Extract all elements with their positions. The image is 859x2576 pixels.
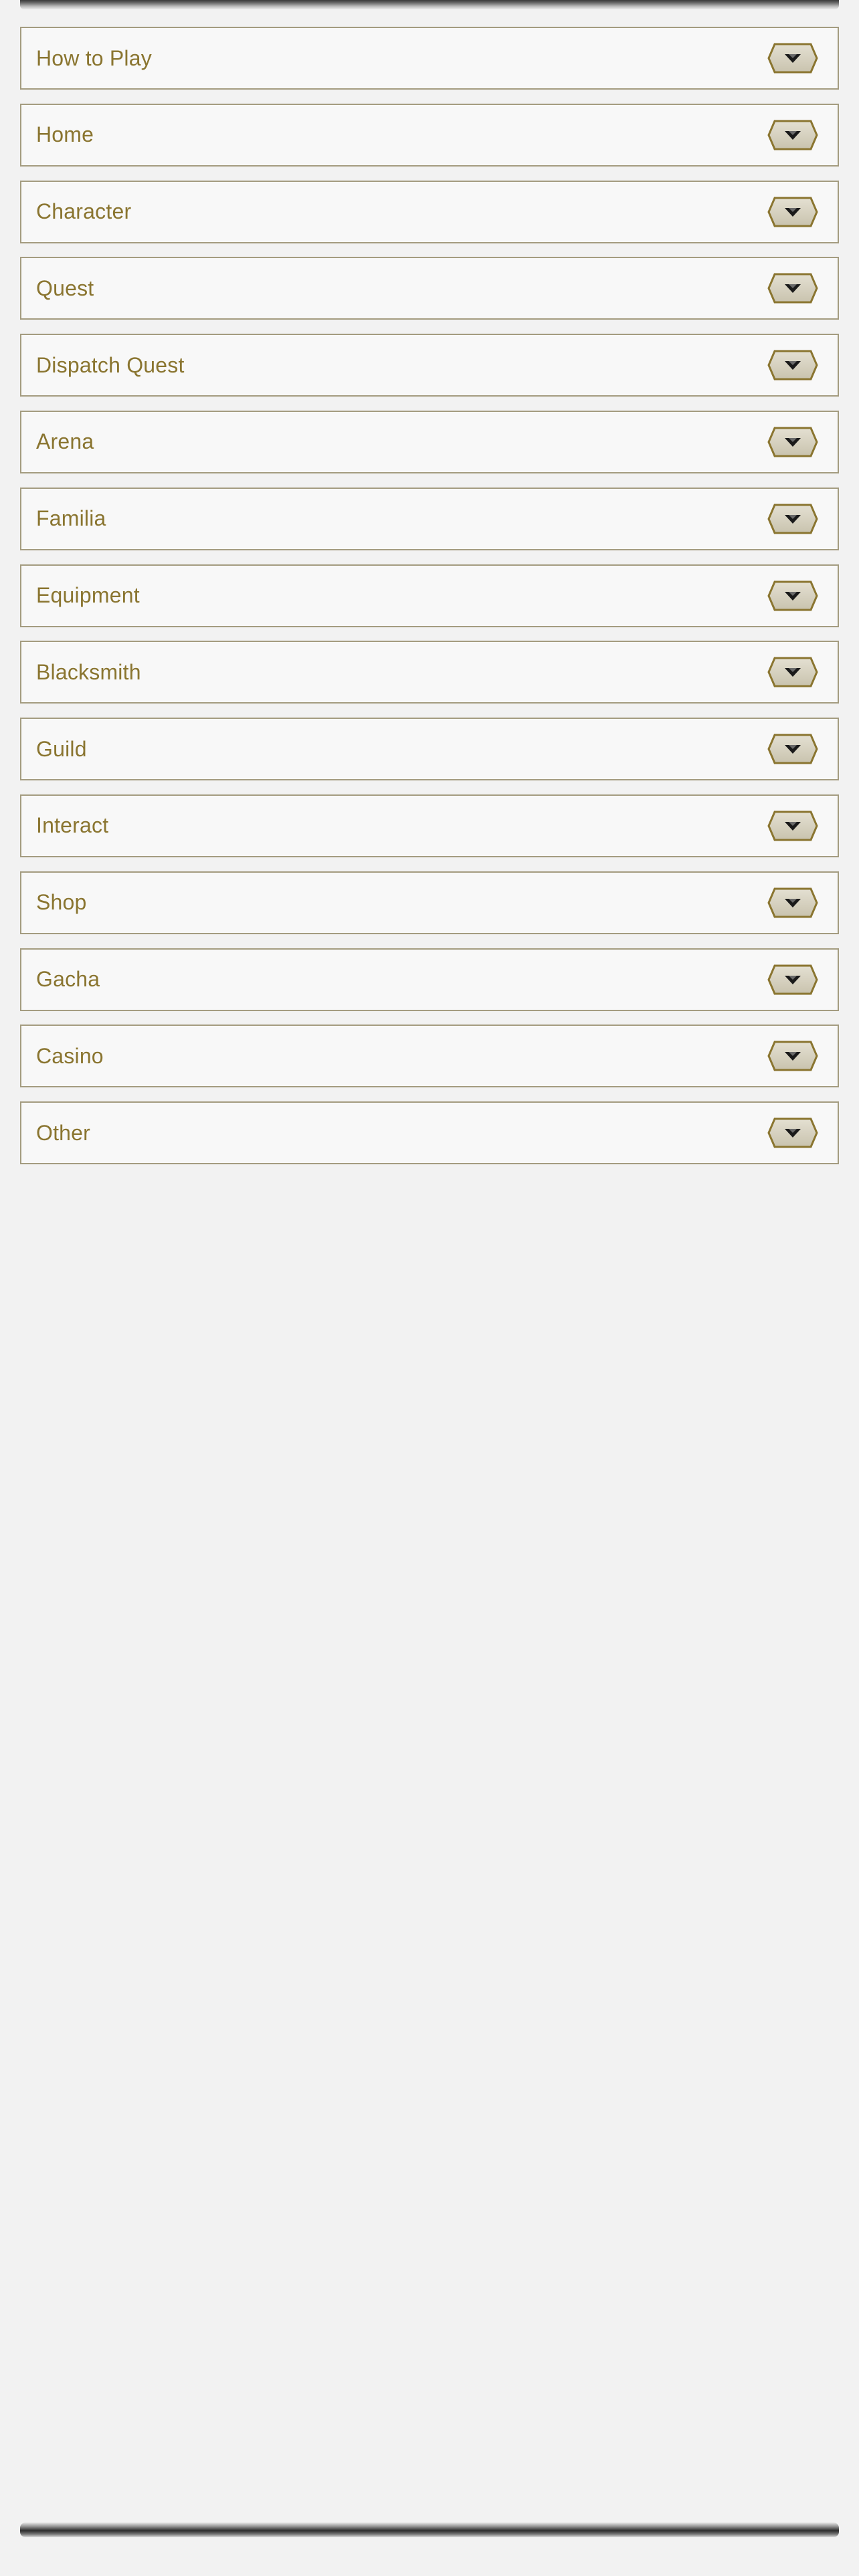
menu-item-label: Equipment	[36, 583, 140, 608]
chevron-down-icon[interactable]	[767, 426, 819, 458]
menu-item-dispatch-quest[interactable]: Dispatch Quest	[20, 334, 839, 397]
chevron-down-icon[interactable]	[767, 1040, 819, 1072]
chevron-down-icon[interactable]	[767, 503, 819, 535]
top-frame-bar	[20, 0, 839, 9]
menu-item-how-to-play[interactable]: How to Play	[20, 27, 839, 90]
menu-item-other[interactable]: Other	[20, 1101, 839, 1165]
menu-item-label: Dispatch Quest	[36, 352, 185, 377]
menu-item-arena[interactable]: Arena	[20, 410, 839, 473]
chevron-down-icon[interactable]	[767, 42, 819, 74]
menu-item-label: Other	[36, 1120, 91, 1145]
menu-item-interact[interactable]: Interact	[20, 794, 839, 857]
chevron-down-icon[interactable]	[767, 196, 819, 228]
menu-item-label: Gacha	[36, 967, 100, 992]
chevron-down-icon[interactable]	[767, 1117, 819, 1149]
chevron-down-icon[interactable]	[767, 349, 819, 381]
menu-item-label: Home	[36, 122, 94, 147]
menu-item-quest[interactable]: Quest	[20, 257, 839, 320]
menu-item-label: Familia	[36, 506, 106, 531]
menu-item-label: Quest	[36, 276, 94, 300]
chevron-down-icon[interactable]	[767, 119, 819, 151]
menu-item-label: Interact	[36, 813, 109, 838]
menu-item-label: Character	[36, 199, 132, 224]
menu-item-home[interactable]: Home	[20, 103, 839, 167]
bottom-frame-bar	[20, 2523, 839, 2537]
menu-item-blacksmith[interactable]: Blacksmith	[20, 641, 839, 704]
chevron-down-icon[interactable]	[767, 656, 819, 688]
menu-item-familia[interactable]: Familia	[20, 487, 839, 550]
chevron-down-icon[interactable]	[767, 964, 819, 996]
menu-item-gacha[interactable]: Gacha	[20, 948, 839, 1011]
chevron-down-icon[interactable]	[767, 733, 819, 765]
menu-item-label: Blacksmith	[36, 659, 141, 684]
help-menu-list: How to Play Home Character Quest Dispatc…	[20, 27, 839, 1178]
menu-item-label: Guild	[36, 736, 87, 761]
menu-item-label: Arena	[36, 429, 94, 454]
chevron-down-icon[interactable]	[767, 580, 819, 612]
menu-item-guild[interactable]: Guild	[20, 718, 839, 781]
menu-item-casino[interactable]: Casino	[20, 1025, 839, 1088]
menu-item-equipment[interactable]: Equipment	[20, 564, 839, 627]
menu-item-label: Casino	[36, 1043, 104, 1068]
menu-item-label: How to Play	[36, 45, 152, 70]
menu-item-shop[interactable]: Shop	[20, 871, 839, 934]
menu-item-label: Shop	[36, 890, 87, 915]
chevron-down-icon[interactable]	[767, 810, 819, 842]
chevron-down-icon[interactable]	[767, 272, 819, 304]
menu-item-character[interactable]: Character	[20, 180, 839, 243]
chevron-down-icon[interactable]	[767, 887, 819, 919]
